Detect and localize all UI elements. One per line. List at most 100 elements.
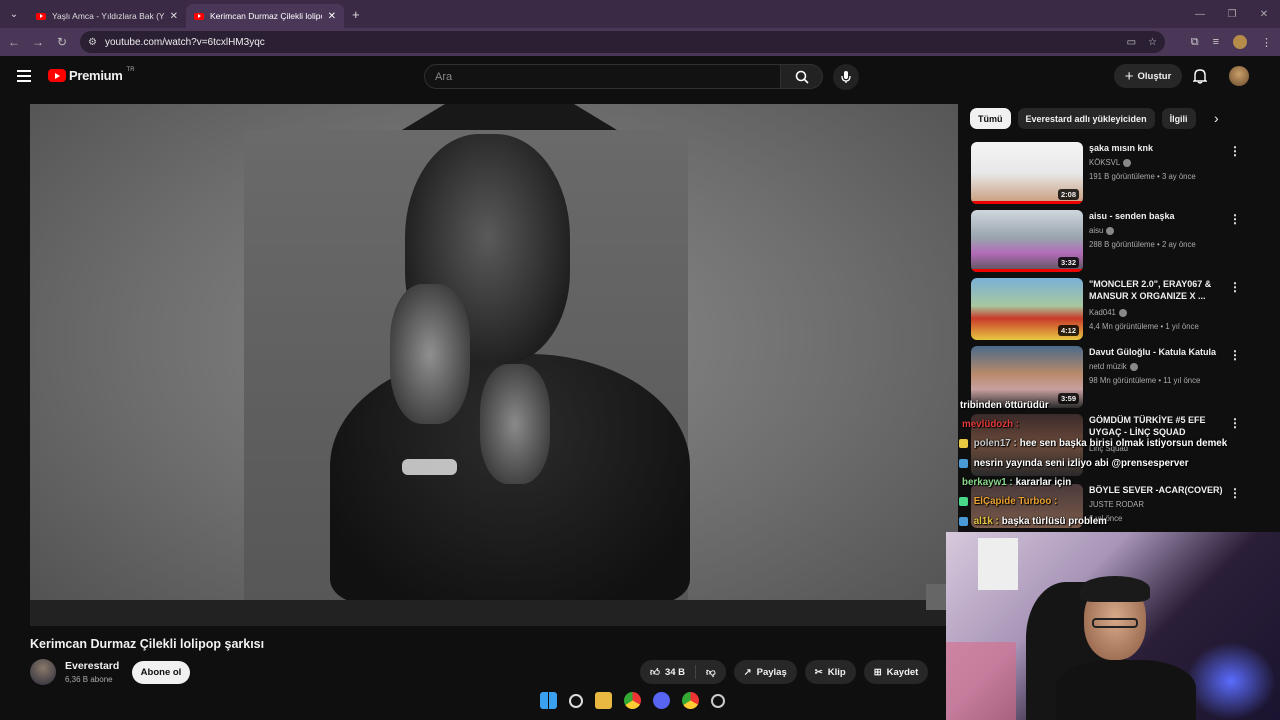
- close-window-icon[interactable]: ✕: [1248, 9, 1280, 20]
- search-button[interactable]: [781, 64, 823, 89]
- duration-badge: 2:08: [1057, 189, 1079, 200]
- chip-all[interactable]: Tümü: [970, 108, 1011, 129]
- browser-tab-active[interactable]: Kerimcan Durmaz Çilekli lolipop ✕: [186, 4, 344, 28]
- close-tab-icon[interactable]: ✕: [170, 11, 178, 22]
- recommendation-title: "MONCLER 2.0", ERAY067 & MANSUR X ORGANI…: [1089, 279, 1212, 301]
- windows-start-icon[interactable]: [540, 692, 557, 709]
- site-info-icon[interactable]: ⚙: [88, 37, 97, 48]
- voice-search-button[interactable]: [833, 64, 859, 90]
- file-explorer-icon[interactable]: [595, 692, 612, 709]
- new-tab-icon[interactable]: +: [352, 7, 360, 22]
- reading-list-icon[interactable]: ≡: [1213, 36, 1219, 48]
- chrome-icon[interactable]: [682, 692, 699, 709]
- minimize-icon[interactable]: —: [1184, 9, 1216, 20]
- webcam-pink-object: [946, 642, 1016, 720]
- window-controls: — ❐ ✕: [1184, 0, 1280, 28]
- browser-tab[interactable]: Yaşlı Amca - Yıldızlara Bak (Yaşl ✕: [28, 4, 186, 28]
- verified-icon: [1129, 362, 1138, 371]
- search-input[interactable]: Ara: [424, 64, 781, 89]
- recommendation-title: Davut Güloğlu - Katula Katula: [1089, 347, 1217, 357]
- url-text: youtube.com/watch?v=6tcxlHM3yqc: [104, 36, 265, 48]
- search-placeholder: Ara: [435, 70, 453, 83]
- youtube-logo[interactable]: Premium TR: [48, 67, 135, 83]
- video-thumbnail[interactable]: 3:59: [971, 346, 1083, 408]
- recommendation-meta: 4,4 Mn görüntüleme • 1 yıl önce: [1089, 322, 1199, 331]
- verified-icon: [1106, 226, 1115, 235]
- channel-name[interactable]: Everestard: [65, 660, 119, 672]
- recommendation-meta: 191 B görüntüleme • 3 ay önce: [1089, 172, 1196, 181]
- youtube-masthead: Premium TR Ara + Oluştur: [0, 56, 1280, 98]
- bookmark-star-icon[interactable]: ☆: [1148, 37, 1157, 48]
- forward-icon[interactable]: →: [26, 35, 50, 49]
- recommendation-item[interactable]: 2:08 şaka mısın knk KÖKSVL 191 B görüntü…: [971, 142, 1261, 204]
- video-thumbnail[interactable]: 3:32: [971, 210, 1083, 272]
- more-options-icon[interactable]: ⋮: [1229, 416, 1241, 430]
- maximize-icon[interactable]: ❐: [1216, 9, 1248, 20]
- clip-label: Klip: [827, 666, 846, 678]
- more-options-icon[interactable]: ⋮: [1229, 212, 1241, 226]
- browser-toolbar: ← → ↻ ⚙ youtube.com/watch?v=6tcxlHM3yqc …: [0, 28, 1280, 56]
- tab-search-icon[interactable]: ⌄: [0, 0, 28, 28]
- thumbs-up-icon: 👍︎: [650, 667, 660, 678]
- recommendation-meta: 98 Mn görüntüleme • 11 yıl önce: [1089, 376, 1201, 385]
- subscriber-count: 6,36 B abone: [65, 675, 113, 684]
- verified-icon: [1123, 158, 1132, 167]
- chat-message: tribinden öttürüdür: [960, 400, 1049, 411]
- video-thumbnail[interactable]: 2:08: [971, 142, 1083, 204]
- video-thumbnail[interactable]: 4:12: [971, 278, 1083, 340]
- save-label: Kaydet: [886, 666, 919, 678]
- chat-badge-icon: [959, 496, 968, 506]
- share-button[interactable]: ↗ Paylaş: [733, 660, 797, 684]
- share-arrow-icon: ↗: [743, 666, 752, 678]
- taskbar: [540, 692, 725, 709]
- more-options-icon[interactable]: ⋮: [1229, 144, 1241, 158]
- recommendation-title: BÖYLE SEVER -ACAR(COVER): [1089, 485, 1223, 495]
- recommendation-channel: Kad041: [1089, 308, 1127, 317]
- more-options-icon[interactable]: ⋮: [1229, 348, 1241, 362]
- create-button[interactable]: + Oluştur: [1114, 64, 1182, 88]
- plus-icon: +: [1124, 67, 1134, 85]
- video-actions: 👍︎ 34 B 👎︎ ↗ Paylaş ✂ Klip ⊞ Kaydet: [640, 660, 929, 684]
- save-button[interactable]: ⊞ Kaydet: [863, 660, 929, 684]
- cast-icon[interactable]: ▭: [1127, 37, 1136, 48]
- chrome-icon[interactable]: [624, 692, 641, 709]
- webcam-streamer-body: [1056, 660, 1196, 720]
- chat-message: ElÇapide Turboo :: [959, 496, 1060, 507]
- recommendation-title: şaka mısın knk: [1089, 143, 1154, 153]
- watch-progress-bar: [971, 269, 1083, 272]
- chat-message: berkayw1 : kararlar için: [962, 477, 1072, 488]
- like-button[interactable]: 👍︎ 34 B: [640, 660, 695, 684]
- close-tab-icon[interactable]: ✕: [328, 11, 336, 22]
- account-avatar[interactable]: [1229, 66, 1249, 86]
- chip-related[interactable]: İlgili: [1161, 108, 1196, 129]
- back-icon[interactable]: ←: [2, 35, 26, 49]
- address-bar[interactable]: ⚙ youtube.com/watch?v=6tcxlHM3yqc ▭ ☆: [80, 31, 1165, 53]
- chevron-right-icon[interactable]: ›: [1214, 110, 1219, 126]
- browser-menu-icon[interactable]: ⋮: [1261, 36, 1272, 49]
- channel-avatar[interactable]: [30, 659, 56, 685]
- webcam-poster: [978, 538, 1018, 590]
- recommendation-item[interactable]: 3:59 Davut Güloğlu - Katula Katula netd …: [971, 346, 1261, 408]
- youtube-favicon-icon: [194, 12, 204, 20]
- video-player[interactable]: [30, 104, 958, 626]
- chip-from-uploader[interactable]: Everestard adlı yükleyiciden: [1017, 108, 1155, 129]
- search-icon: [795, 70, 809, 84]
- clip-button[interactable]: ✂ Klip: [804, 660, 856, 684]
- dislike-button[interactable]: 👎︎: [696, 660, 726, 684]
- notifications-bell-icon[interactable]: [1192, 68, 1208, 89]
- settings-icon[interactable]: [711, 693, 725, 708]
- discord-icon[interactable]: [653, 692, 670, 709]
- youtube-favicon-icon: [36, 12, 46, 20]
- subscribe-button[interactable]: Abone ol: [132, 661, 190, 684]
- profile-avatar[interactable]: [1233, 35, 1247, 49]
- search-icon[interactable]: [569, 693, 583, 708]
- more-options-icon[interactable]: ⋮: [1229, 486, 1241, 500]
- more-options-icon[interactable]: ⋮: [1229, 280, 1241, 294]
- video-frame-hand: [480, 364, 550, 484]
- menu-icon[interactable]: [17, 70, 31, 82]
- streamer-webcam: [946, 532, 1280, 720]
- recommendation-item[interactable]: 4:12 "MONCLER 2.0", ERAY067 & MANSUR X O…: [971, 278, 1261, 340]
- extensions-icon[interactable]: ⧉: [1191, 36, 1199, 49]
- recommendation-item[interactable]: 3:32 aisu - senden başka aisu 288 B görü…: [971, 210, 1261, 272]
- reload-icon[interactable]: ↻: [50, 35, 74, 49]
